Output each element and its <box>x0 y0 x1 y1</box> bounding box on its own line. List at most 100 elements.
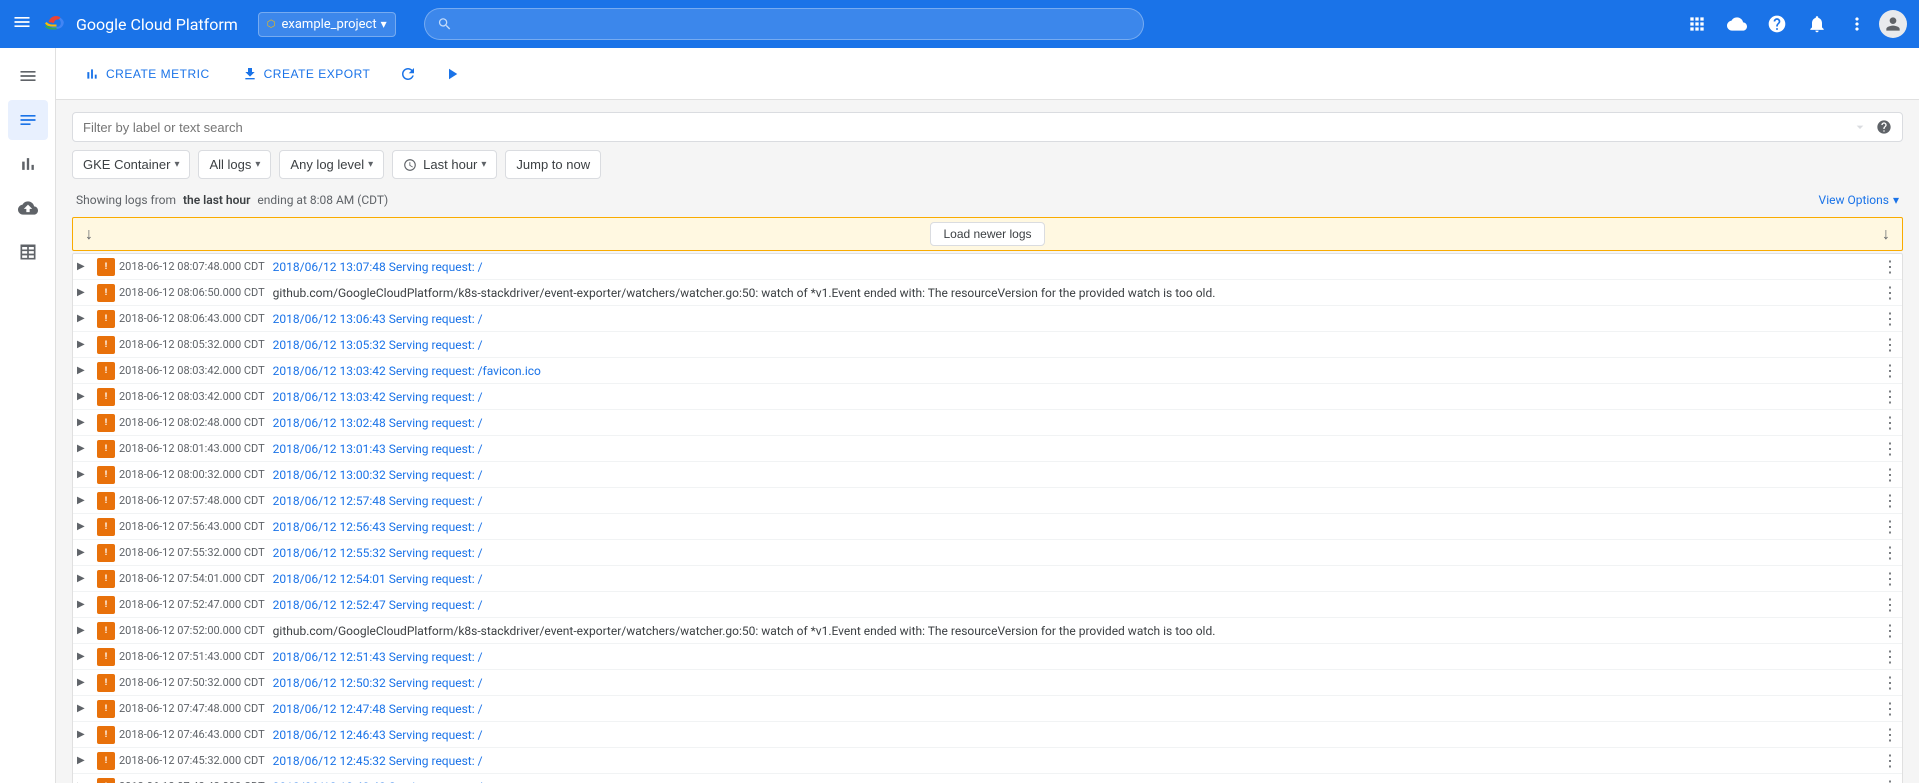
refresh-button[interactable] <box>390 56 426 92</box>
play-button[interactable] <box>434 56 470 92</box>
more-vert-row-icon[interactable]: ⋮ <box>1882 673 1898 692</box>
expand-icon[interactable]: ▶ <box>77 339 93 350</box>
expand-icon[interactable]: ▶ <box>77 729 93 740</box>
more-vert-icon-btn[interactable] <box>1839 6 1875 42</box>
brand-name: Google Cloud Platform <box>76 15 238 34</box>
more-vert-row-icon[interactable]: ⋮ <box>1882 491 1898 510</box>
severity-badge: ! <box>97 388 115 406</box>
search-bar[interactable] <box>424 8 1144 40</box>
expand-icon[interactable]: ▶ <box>77 495 93 506</box>
search-input[interactable] <box>460 16 1131 32</box>
expand-icon[interactable]: ▶ <box>77 469 93 480</box>
time-filter-btn[interactable]: Last hour ▾ <box>392 150 497 179</box>
log-row[interactable]: ▶ ! 2018-06-12 08:06:43.000 CDT 2018/06/… <box>73 306 1902 332</box>
log-message: github.com/GoogleCloudPlatform/k8s-stack… <box>273 286 1878 300</box>
expand-icon[interactable]: ▶ <box>77 443 93 454</box>
log-row[interactable]: ▶ ! 2018-06-12 08:00:32.000 CDT 2018/06/… <box>73 462 1902 488</box>
create-metric-button[interactable]: CREATE METRIC <box>72 58 222 90</box>
log-row[interactable]: ▶ ! 2018-06-12 08:01:43.000 CDT 2018/06/… <box>73 436 1902 462</box>
more-vert-row-icon[interactable]: ⋮ <box>1882 387 1898 406</box>
expand-icon[interactable]: ▶ <box>77 703 93 714</box>
expand-icon[interactable]: ▶ <box>77 755 93 766</box>
help-icon-btn[interactable] <box>1759 6 1795 42</box>
filter-input[interactable] <box>83 120 1844 135</box>
load-newer-button[interactable]: Load newer logs <box>930 222 1044 246</box>
log-row[interactable]: ▶ ! 2018-06-12 08:03:42.000 CDT 2018/06/… <box>73 384 1902 410</box>
expand-icon[interactable]: ▶ <box>77 625 93 636</box>
log-row[interactable]: ▶ ! 2018-06-12 07:52:00.000 CDT github.c… <box>73 618 1902 644</box>
log-timestamp: 2018-06-12 08:06:43.000 CDT <box>119 312 265 325</box>
more-vert-row-icon[interactable]: ⋮ <box>1882 569 1898 588</box>
sidebar-menu-icon[interactable] <box>8 56 48 96</box>
hamburger-icon[interactable] <box>12 12 32 37</box>
brand-logo: Google Cloud Platform <box>44 12 238 36</box>
log-row[interactable]: ▶ ! 2018-06-12 07:56:43.000 CDT 2018/06/… <box>73 514 1902 540</box>
cloud-icon-btn[interactable] <box>1719 6 1755 42</box>
more-vert-row-icon[interactable]: ⋮ <box>1882 335 1898 354</box>
log-row[interactable]: ▶ ! 2018-06-12 07:47:48.000 CDT 2018/06/… <box>73 696 1902 722</box>
project-selector[interactable]: ⬡ example_project ▾ <box>258 12 396 37</box>
expand-icon[interactable]: ▶ <box>77 521 93 532</box>
log-row[interactable]: ▶ ! 2018-06-12 08:05:32.000 CDT 2018/06/… <box>73 332 1902 358</box>
more-vert-row-icon[interactable]: ⋮ <box>1882 725 1898 744</box>
avatar[interactable] <box>1879 10 1907 38</box>
log-row[interactable]: ▶ ! 2018-06-12 07:57:48.000 CDT 2018/06/… <box>73 488 1902 514</box>
more-vert-row-icon[interactable]: ⋮ <box>1882 517 1898 536</box>
log-row[interactable]: ▶ ! 2018-06-12 07:51:43.000 CDT 2018/06/… <box>73 644 1902 670</box>
sidebar-logs-icon[interactable] <box>8 100 48 140</box>
log-row[interactable]: ▶ ! 2018-06-12 08:06:50.000 CDT github.c… <box>73 280 1902 306</box>
sidebar-upload-icon[interactable] <box>8 188 48 228</box>
expand-icon[interactable]: ▶ <box>77 651 93 662</box>
log-row[interactable]: ▶ ! 2018-06-12 07:50:32.000 CDT 2018/06/… <box>73 670 1902 696</box>
sidebar-chart-icon[interactable] <box>8 144 48 184</box>
expand-icon[interactable]: ▶ <box>77 391 93 402</box>
more-vert-row-icon[interactable]: ⋮ <box>1882 543 1898 562</box>
more-vert-row-icon[interactable]: ⋮ <box>1882 309 1898 328</box>
jump-to-now-button[interactable]: Jump to now <box>505 150 601 179</box>
more-vert-row-icon[interactable]: ⋮ <box>1882 777 1898 783</box>
log-row[interactable]: ▶ ! 2018-06-12 07:42:48.000 CDT 2018/06/… <box>73 774 1902 783</box>
more-vert-row-icon[interactable]: ⋮ <box>1882 283 1898 302</box>
expand-icon[interactable]: ▶ <box>77 287 93 298</box>
expand-icon[interactable]: ▶ <box>77 573 93 584</box>
sidebar-table-icon[interactable] <box>8 232 48 272</box>
log-message: 2018/06/12 12:47:48 Serving request: / <box>273 702 1878 716</box>
create-export-button[interactable]: CREATE EXPORT <box>230 58 383 90</box>
more-vert-row-icon[interactable]: ⋮ <box>1882 621 1898 640</box>
log-row[interactable]: ▶ ! 2018-06-12 08:07:48.000 CDT 2018/06/… <box>73 254 1902 280</box>
more-vert-row-icon[interactable]: ⋮ <box>1882 647 1898 666</box>
expand-icon[interactable]: ▶ <box>77 365 93 376</box>
more-vert-row-icon[interactable]: ⋮ <box>1882 361 1898 380</box>
severity-badge: ! <box>97 674 115 692</box>
more-vert-row-icon[interactable]: ⋮ <box>1882 465 1898 484</box>
log-row[interactable]: ▶ ! 2018-06-12 07:55:32.000 CDT 2018/06/… <box>73 540 1902 566</box>
log-row[interactable]: ▶ ! 2018-06-12 08:02:48.000 CDT 2018/06/… <box>73 410 1902 436</box>
expand-icon[interactable]: ▶ <box>77 677 93 688</box>
log-row[interactable]: ▶ ! 2018-06-12 07:52:47.000 CDT 2018/06/… <box>73 592 1902 618</box>
log-filter-btn[interactable]: All logs ▾ <box>198 150 271 179</box>
expand-icon[interactable]: ▶ <box>77 261 93 272</box>
more-vert-row-icon[interactable]: ⋮ <box>1882 595 1898 614</box>
more-vert-row-icon[interactable]: ⋮ <box>1882 439 1898 458</box>
view-options-button[interactable]: View Options ▾ <box>1819 193 1899 207</box>
log-row[interactable]: ▶ ! 2018-06-12 07:46:43.000 CDT 2018/06/… <box>73 722 1902 748</box>
expand-icon[interactable]: ▶ <box>77 599 93 610</box>
log-row[interactable]: ▶ ! 2018-06-12 08:03:42.000 CDT 2018/06/… <box>73 358 1902 384</box>
bell-icon-btn[interactable] <box>1799 6 1835 42</box>
log-row[interactable]: ▶ ! 2018-06-12 07:54:01.000 CDT 2018/06/… <box>73 566 1902 592</box>
filter-help-icon[interactable] <box>1876 119 1892 135</box>
log-row[interactable]: ▶ ! 2018-06-12 07:45:32.000 CDT 2018/06/… <box>73 748 1902 774</box>
more-vert-row-icon[interactable]: ⋮ <box>1882 751 1898 770</box>
level-filter-btn[interactable]: Any log level ▾ <box>279 150 384 179</box>
expand-icon[interactable]: ▶ <box>77 417 93 428</box>
log-message: 2018/06/12 13:03:42 Serving request: /fa… <box>273 364 1878 378</box>
resource-filter-btn[interactable]: GKE Container ▾ <box>72 150 190 179</box>
more-vert-row-icon[interactable]: ⋮ <box>1882 699 1898 718</box>
expand-icon[interactable]: ▶ <box>77 313 93 324</box>
grid-icon-btn[interactable] <box>1679 6 1715 42</box>
severity-badge: ! <box>97 466 115 484</box>
expand-icon[interactable]: ▶ <box>77 547 93 558</box>
severity-badge: ! <box>97 492 115 510</box>
more-vert-row-icon[interactable]: ⋮ <box>1882 257 1898 276</box>
more-vert-row-icon[interactable]: ⋮ <box>1882 413 1898 432</box>
